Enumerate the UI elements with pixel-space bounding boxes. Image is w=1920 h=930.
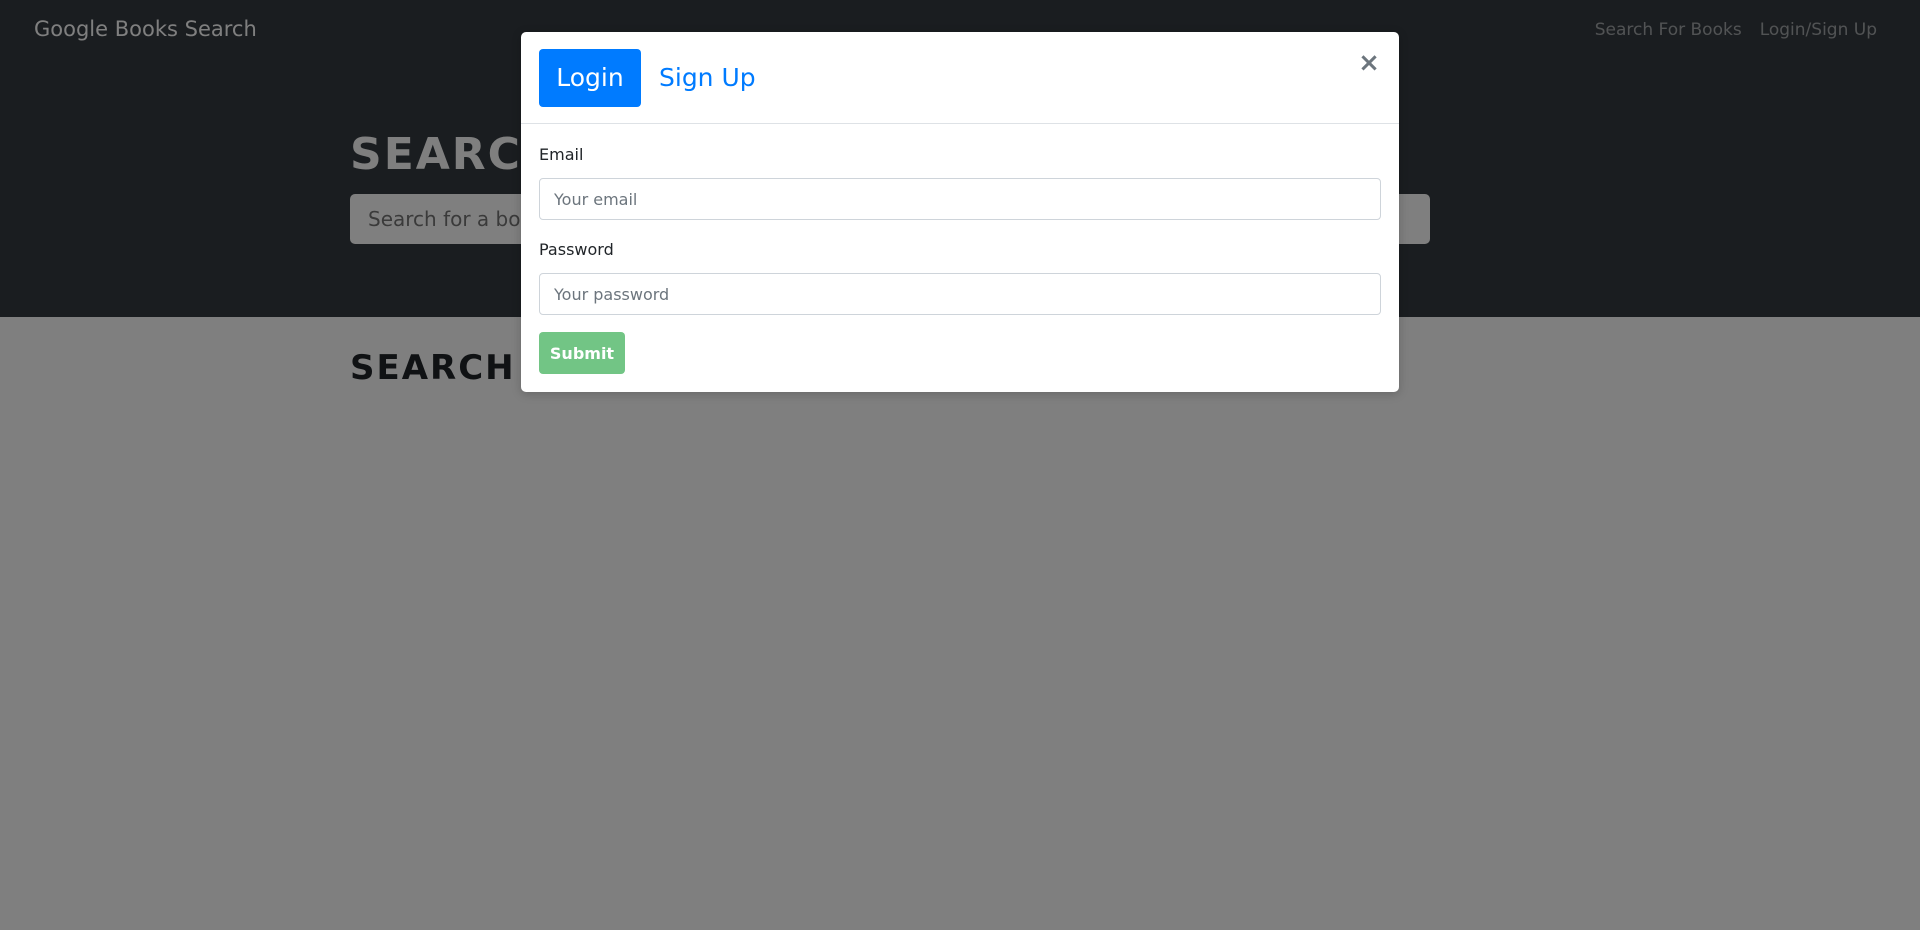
- tab-login[interactable]: Login: [539, 49, 641, 107]
- password-field[interactable]: [539, 273, 1381, 315]
- login-modal: Login Sign Up × Email Password Submit: [521, 32, 1399, 392]
- password-label: Password: [539, 240, 614, 259]
- email-field[interactable]: [539, 178, 1381, 220]
- email-label: Email: [539, 145, 584, 164]
- close-icon[interactable]: ×: [1357, 48, 1381, 78]
- tab-signup[interactable]: Sign Up: [659, 49, 756, 107]
- modal-header: Login Sign Up ×: [521, 32, 1399, 124]
- submit-button[interactable]: Submit: [539, 332, 625, 374]
